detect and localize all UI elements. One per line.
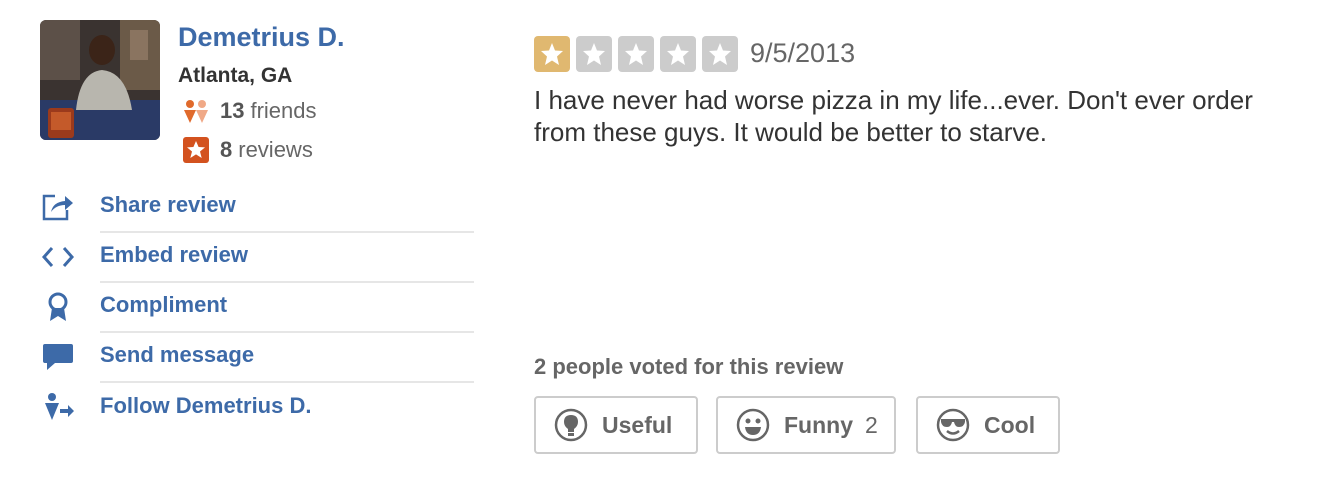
friends-label: friends — [250, 98, 317, 123]
reviews-label: reviews — [238, 137, 313, 162]
review-text: I have never had worse pizza in my life.… — [534, 85, 1253, 147]
star-icon — [702, 36, 738, 72]
user-avatar[interactable] — [40, 20, 160, 140]
funny-button[interactable]: Funny 2 — [716, 396, 896, 454]
user-name[interactable]: Demetrius D. — [178, 22, 345, 53]
star-rating — [534, 36, 738, 72]
share-review-action[interactable]: Share review — [40, 181, 474, 233]
follow-user-icon — [40, 389, 76, 425]
funny-count: 2 — [865, 411, 878, 438]
review-date: 9/5/2013 — [750, 38, 856, 68]
follow-user-label[interactable]: Follow Demetrius D. — [100, 382, 474, 432]
speech-bubble-icon — [40, 339, 76, 375]
star-icon — [534, 36, 570, 72]
send-message-label[interactable]: Send message — [100, 331, 474, 383]
friends-count: 13 — [220, 98, 245, 123]
smiley-icon — [736, 408, 770, 442]
user-location: Atlanta, GA — [178, 64, 293, 87]
funny-label: Funny — [784, 411, 853, 438]
star-icon — [576, 36, 612, 72]
star-icon — [660, 36, 696, 72]
share-icon — [40, 189, 76, 225]
useful-label: Useful — [602, 411, 673, 438]
compliment-label[interactable]: Compliment — [100, 281, 474, 333]
award-ribbon-icon — [40, 289, 76, 325]
send-message-action[interactable]: Send message — [40, 331, 474, 383]
review-actions: Share review Embed review Compliment Sen… — [40, 182, 474, 432]
star-icon — [618, 36, 654, 72]
cool-label: Cool — [984, 411, 1036, 438]
votes-label: 2 people voted for this review — [534, 354, 844, 379]
sunglasses-smiley-icon — [936, 408, 970, 442]
cool-button[interactable]: Cool — [916, 396, 1060, 454]
useful-button[interactable]: Useful — [534, 396, 698, 454]
embed-code-icon — [40, 239, 76, 275]
lightbulb-icon — [554, 408, 588, 442]
share-review-label[interactable]: Share review — [100, 181, 474, 233]
follow-user-action[interactable]: Follow Demetrius D. — [40, 382, 474, 432]
embed-review-action[interactable]: Embed review — [40, 231, 474, 283]
reviews-count: 8 — [220, 137, 233, 162]
friends-stat: 13 friends — [182, 96, 317, 126]
compliment-action[interactable]: Compliment — [40, 281, 474, 333]
review-star-icon — [182, 136, 210, 164]
embed-review-label[interactable]: Embed review — [100, 231, 474, 283]
reviews-stat: 8 reviews — [182, 135, 313, 165]
friends-icon — [182, 97, 210, 125]
